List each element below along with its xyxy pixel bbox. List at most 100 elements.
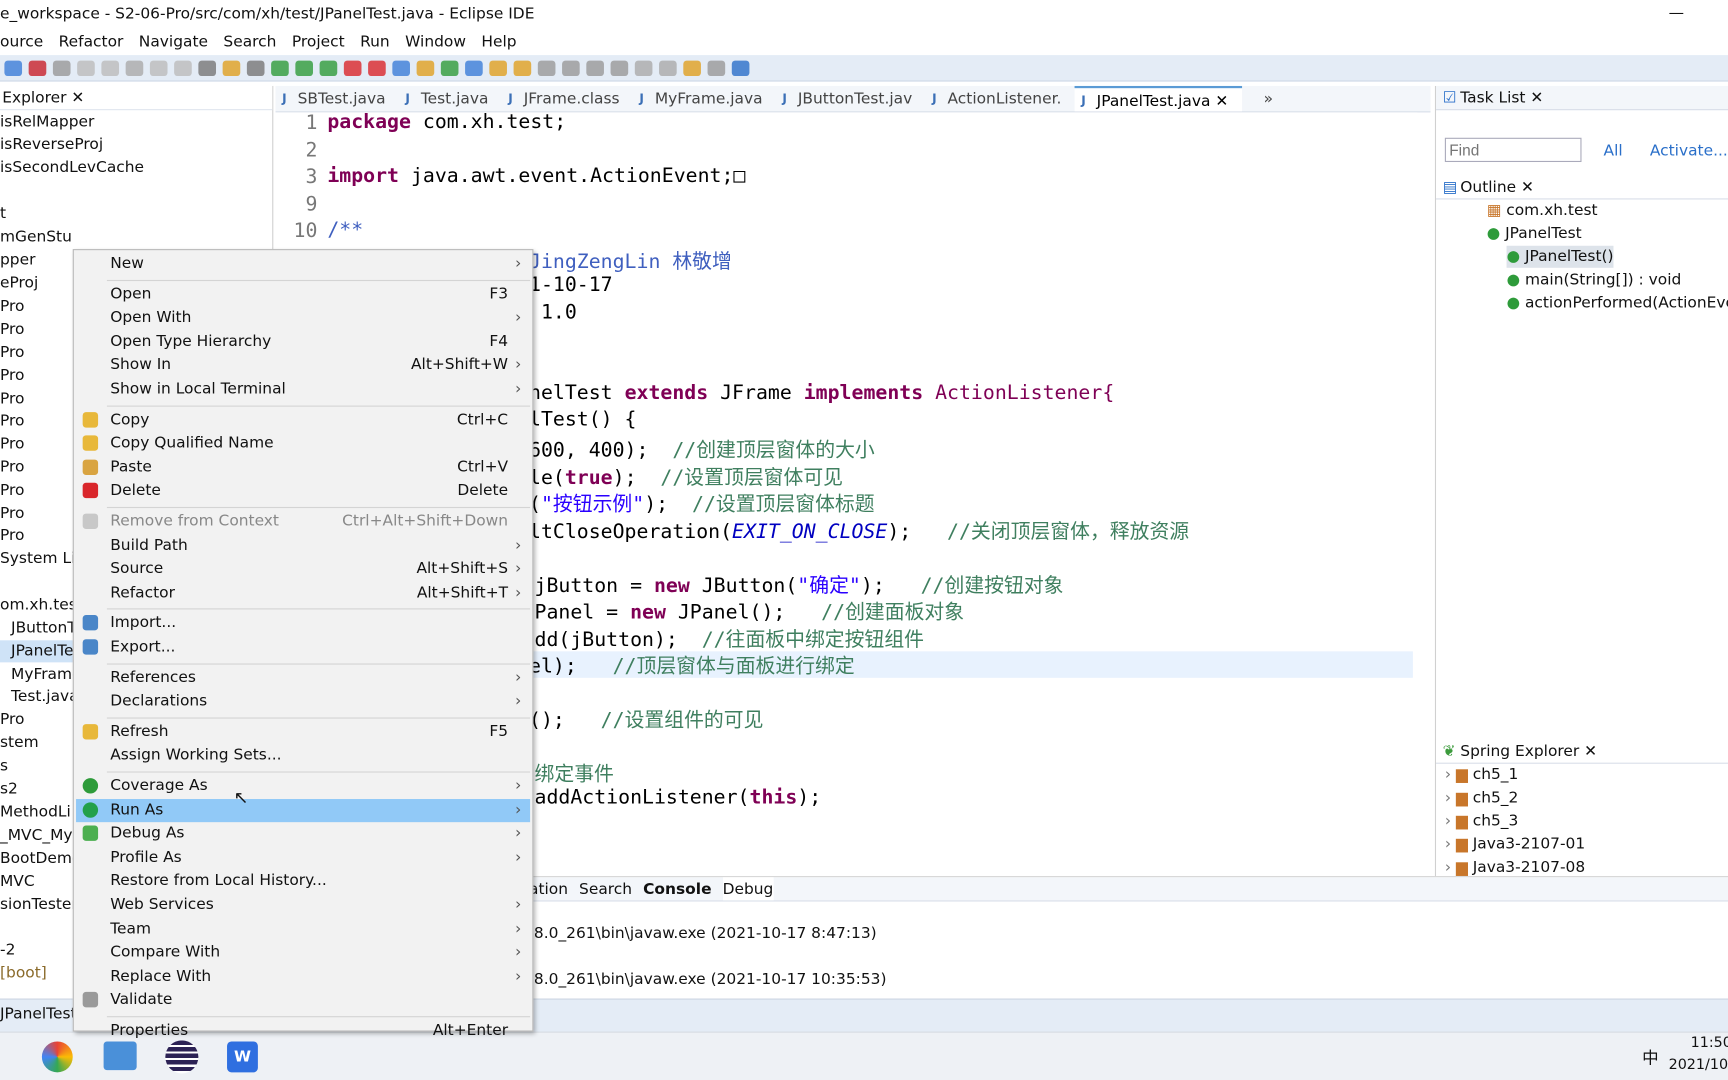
editor-tab[interactable]: J ActionListener. [925, 86, 1074, 111]
menu-item-references[interactable]: References › [76, 666, 530, 689]
toolbar-button-icon[interactable] [562, 60, 580, 76]
explorer-item[interactable]: Pro [0, 295, 24, 317]
menu-item-restore-from-local-history[interactable]: Restore from Local History... [76, 870, 530, 893]
explorer-item[interactable]: MVC [0, 871, 35, 893]
minimize-button[interactable]: — [1669, 4, 1684, 22]
toolbar-button-icon[interactable] [198, 60, 217, 76]
explorer-item[interactable]: s2 [0, 778, 18, 800]
toolbar-button-icon[interactable] [707, 60, 726, 76]
explorer-item[interactable]: BootDemo [0, 848, 81, 870]
explorer-item[interactable]: JButtonT [0, 617, 77, 639]
bottom-tab-debug[interactable]: Debug [722, 877, 774, 901]
menu-project[interactable]: Project [292, 30, 345, 54]
expand-chevron-icon[interactable]: › [1445, 789, 1456, 807]
toolbar-button-icon[interactable] [174, 60, 192, 76]
explorer-item[interactable]: Pro [0, 433, 24, 455]
toolbar-button-icon[interactable] [125, 60, 144, 76]
explorer-item[interactable]: isReverseProj [0, 133, 103, 155]
toolbar-button-icon[interactable] [440, 60, 459, 76]
bottom-tab-search[interactable]: Search [579, 877, 632, 900]
menu-ource[interactable]: ource [0, 30, 43, 54]
toolbar-button-icon[interactable] [368, 60, 386, 76]
explorer-item[interactable]: Pro [0, 319, 24, 341]
explorer-item[interactable]: Pro [0, 709, 24, 731]
explorer-item[interactable]: mGenStu [0, 226, 72, 248]
explorer-item[interactable]: Pro [0, 388, 24, 410]
tasklist-activate-link[interactable]: Activate... [1650, 140, 1728, 162]
toolbar-button-icon[interactable] [537, 60, 556, 76]
outline-item[interactable]: ● JPanelTest() [1506, 245, 1614, 268]
toolbar-button-icon[interactable] [149, 60, 168, 76]
editor-tab[interactable]: J SBTest.java [276, 86, 399, 111]
browser-icon[interactable] [41, 1041, 73, 1073]
menu-item-new[interactable]: New › [76, 252, 530, 275]
menu-item-run-as[interactable]: Run As › [76, 798, 531, 822]
wps-icon[interactable]: W [227, 1041, 258, 1073]
menu-item-compare-with[interactable]: Compare With › [76, 941, 530, 964]
menu-item-coverage-as[interactable]: Coverage As › [76, 775, 530, 798]
remote-desktop-icon[interactable] [103, 1041, 137, 1071]
explorer-item[interactable]: JPanelTe [0, 640, 74, 663]
outline-item[interactable]: ● main(String[]) : void [1507, 269, 1682, 291]
toolbar-button-icon[interactable] [416, 60, 435, 76]
menu-item-declarations[interactable]: Declarations › [76, 690, 530, 713]
outline-header[interactable]: ▤ Outline ✕ [1436, 175, 1728, 200]
toolbar-button-icon[interactable] [101, 60, 120, 76]
explorer-item[interactable]: _MVC_My [0, 824, 73, 846]
toolbar-button-icon[interactable] [28, 60, 47, 76]
menu-item-replace-with[interactable]: Replace With › [76, 965, 530, 988]
toolbar-button-icon[interactable] [634, 60, 653, 76]
explorer-item[interactable]: Pro [0, 410, 24, 432]
expand-chevron-icon[interactable]: › [1445, 766, 1456, 784]
explorer-item[interactable]: eProj [0, 272, 38, 294]
toolbar-button-icon[interactable] [52, 60, 71, 76]
menu-item-copy[interactable]: Copy Ctrl+C [76, 408, 530, 431]
outline-item[interactable]: ● JPanelTest [1487, 223, 1582, 245]
task-find-input[interactable] [1444, 137, 1582, 163]
task-list-header[interactable]: ☑ Task List ✕ [1436, 85, 1728, 111]
clock-date[interactable]: 2021/10 [1669, 1057, 1728, 1074]
bottom-tab-ation[interactable]: ation [529, 877, 568, 900]
editor-tab[interactable]: J JPanelTest.java ✕ [1074, 85, 1242, 112]
toolbar-button-icon[interactable] [731, 60, 750, 76]
menu-item-open-with[interactable]: Open With › [76, 307, 530, 330]
menu-item-build-path[interactable]: Build Path › [76, 534, 530, 557]
menu-item-team[interactable]: Team › [76, 918, 530, 941]
explorer-item[interactable]: stem [0, 732, 39, 754]
menu-item-source[interactable]: Source Alt+Shift+S › [76, 558, 530, 581]
menu-help[interactable]: Help [481, 30, 516, 54]
toolbar-button-icon[interactable] [343, 60, 362, 76]
menu-item-debug-as[interactable]: Debug As › [76, 822, 530, 845]
menu-item-validate[interactable]: Validate [76, 989, 530, 1012]
menu-item-profile-as[interactable]: Profile As › [76, 846, 530, 869]
explorer-item[interactable]: [boot] [0, 962, 47, 984]
menu-item-properties[interactable]: Properties Alt+Enter [76, 1019, 530, 1042]
menu-item-assign-working-sets[interactable]: Assign Working Sets... [76, 744, 530, 767]
menu-item-refactor[interactable]: Refactor Alt+Shift+T › [76, 582, 530, 605]
eclipse-taskbar-icon[interactable] [165, 1040, 199, 1074]
menu-item-open-type-hierarchy[interactable]: Open Type Hierarchy F4 [76, 330, 530, 353]
menu-item-remove-from-context[interactable]: Remove from Context Ctrl+Alt+Shift+Down [76, 510, 530, 533]
toolbar-button-icon[interactable] [295, 60, 313, 76]
outline-item[interactable]: ▦ com.xh.test [1487, 199, 1598, 221]
toolbar-button-icon[interactable] [610, 60, 629, 76]
editor-tab[interactable]: J MyFrame.java [633, 86, 776, 111]
toolbar-button-icon[interactable] [271, 60, 289, 76]
editor-tab[interactable]: J JButtonTest.jav [776, 86, 926, 111]
toolbar-button-icon[interactable] [246, 60, 265, 76]
explorer-item[interactable]: Pro [0, 456, 24, 478]
toolbar-button-icon[interactable] [513, 60, 532, 76]
explorer-item[interactable]: Test.java [0, 686, 79, 708]
menu-item-open[interactable]: Open F3 [76, 283, 530, 306]
explorer-item[interactable]: MethodLi [0, 801, 71, 823]
close-tab-icon[interactable]: ✕ [1210, 93, 1228, 111]
explorer-item[interactable]: Pro [0, 479, 24, 501]
menu-item-paste[interactable]: Paste Ctrl+V [76, 456, 530, 479]
toolbar-button-icon[interactable] [392, 60, 410, 76]
toolbar-button-icon[interactable] [659, 60, 677, 76]
explorer-item[interactable]: sionTester [0, 894, 78, 916]
explorer-item[interactable]: s [0, 755, 8, 777]
tasklist-all-link[interactable]: All [1604, 140, 1623, 162]
menu-run[interactable]: Run [360, 30, 390, 54]
explorer-item[interactable]: isSecondLevCache [0, 156, 144, 178]
